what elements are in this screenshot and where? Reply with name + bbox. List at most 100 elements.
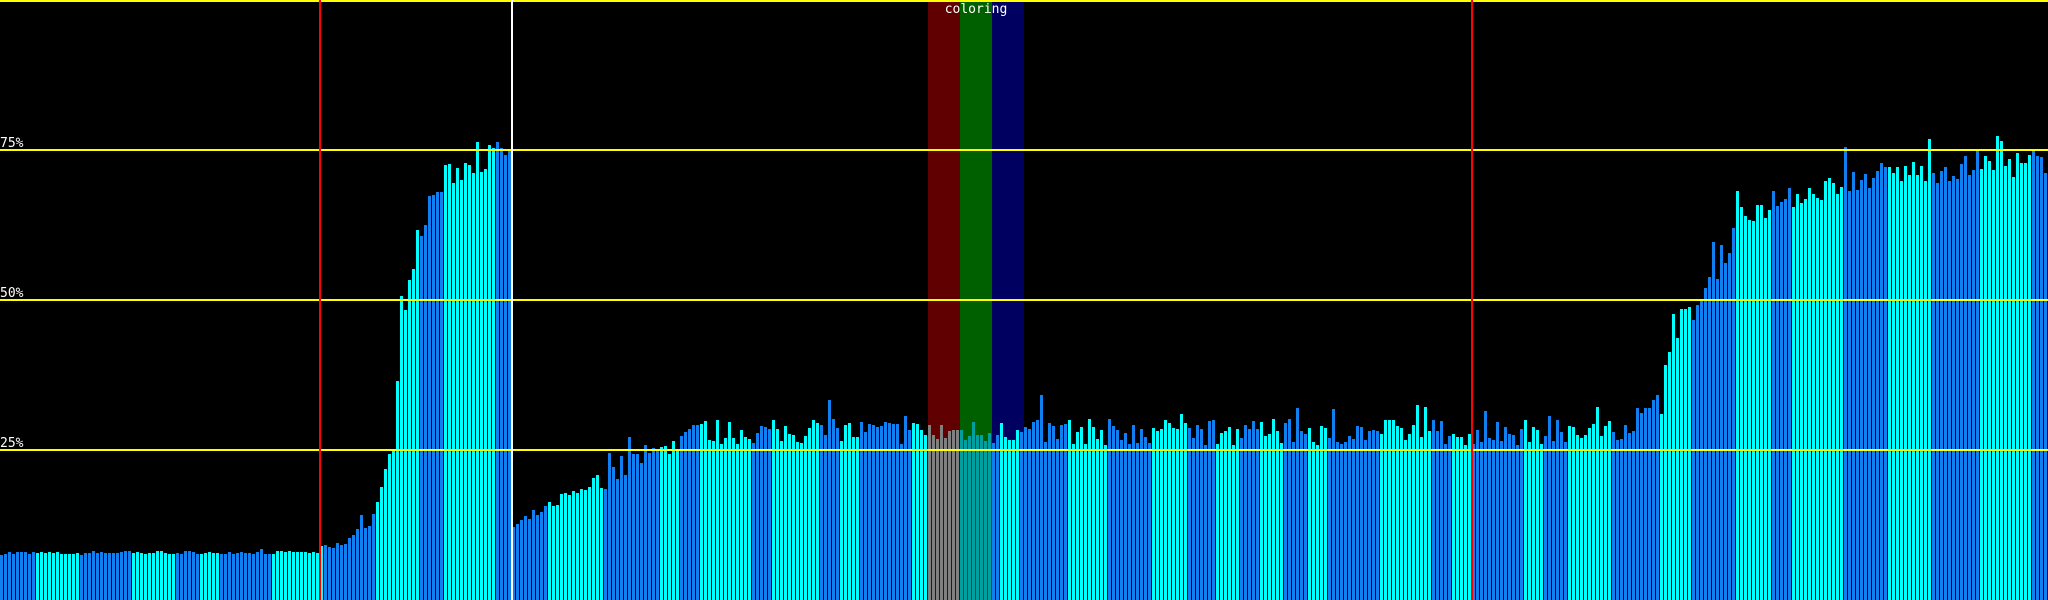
bar xyxy=(196,554,199,600)
bar xyxy=(1308,428,1311,600)
bar xyxy=(1276,430,1279,600)
bar xyxy=(948,430,951,600)
bar xyxy=(632,454,635,600)
bar xyxy=(1972,169,1975,600)
bar xyxy=(1420,437,1423,600)
bar xyxy=(56,551,59,600)
bar xyxy=(988,432,991,600)
bar xyxy=(1236,428,1239,600)
bar xyxy=(1656,394,1659,600)
bar xyxy=(1028,428,1031,600)
bar xyxy=(268,553,271,600)
bar xyxy=(1384,419,1387,600)
bar xyxy=(1832,182,1835,600)
bar xyxy=(1092,427,1095,600)
bar xyxy=(36,553,39,600)
bar xyxy=(1532,427,1535,600)
bar xyxy=(1272,419,1275,600)
bar xyxy=(1380,434,1383,600)
bar xyxy=(1436,430,1439,600)
y-tick-label: 75% xyxy=(0,136,24,151)
bar xyxy=(604,489,607,600)
bar xyxy=(48,552,51,600)
bar xyxy=(2032,151,2035,600)
bar xyxy=(952,430,955,600)
bar xyxy=(1084,444,1087,600)
bar xyxy=(832,418,835,600)
bar xyxy=(1516,445,1519,600)
bar xyxy=(844,425,847,600)
bar xyxy=(836,428,839,600)
bar xyxy=(1616,440,1619,600)
bar xyxy=(864,432,867,600)
bar xyxy=(1760,205,1763,600)
bar xyxy=(944,438,947,600)
bar xyxy=(96,553,99,600)
bar xyxy=(684,431,687,600)
bar xyxy=(460,179,463,600)
bar xyxy=(1840,187,1843,600)
bar xyxy=(1356,426,1359,600)
coloring-label: coloring xyxy=(944,2,1008,17)
bar xyxy=(480,172,483,600)
bar xyxy=(1388,420,1391,600)
bar xyxy=(1752,221,1755,600)
bar xyxy=(1316,444,1319,600)
bar xyxy=(252,553,255,600)
bar xyxy=(1460,436,1463,600)
bar xyxy=(88,553,91,600)
bar xyxy=(1264,436,1267,600)
bar xyxy=(2040,157,2043,600)
bar xyxy=(160,551,163,600)
bar xyxy=(24,551,27,600)
bar xyxy=(928,425,931,600)
bar xyxy=(1596,407,1599,600)
bar xyxy=(1116,430,1119,600)
bar xyxy=(1792,206,1795,600)
bar xyxy=(560,494,563,600)
bar xyxy=(1964,156,1967,600)
bar xyxy=(548,502,551,600)
bar xyxy=(368,525,371,600)
bar xyxy=(1224,431,1227,600)
bar xyxy=(1256,428,1259,600)
bar xyxy=(456,168,459,600)
bar xyxy=(1500,441,1503,600)
bar xyxy=(1076,431,1079,600)
bar xyxy=(536,514,539,600)
bar xyxy=(2028,154,2031,600)
bar xyxy=(1756,204,1759,600)
bar xyxy=(128,551,131,600)
bar xyxy=(1124,433,1127,600)
bar xyxy=(416,230,419,600)
bar xyxy=(72,553,75,600)
bar xyxy=(1824,181,1827,600)
bar xyxy=(76,552,79,600)
bar xyxy=(800,443,803,600)
bar xyxy=(80,554,83,600)
bar xyxy=(492,148,495,600)
bar xyxy=(1684,308,1687,600)
bar xyxy=(644,445,647,600)
bar xyxy=(188,551,191,600)
bar xyxy=(652,448,655,600)
bar xyxy=(1452,434,1455,600)
bar xyxy=(1300,430,1303,600)
bar xyxy=(472,173,475,600)
bar xyxy=(216,553,219,600)
bar xyxy=(1704,287,1707,600)
bar xyxy=(1192,438,1195,600)
bar xyxy=(756,432,759,600)
bar xyxy=(1668,351,1671,600)
bar xyxy=(100,552,103,600)
bar xyxy=(1368,430,1371,600)
bar xyxy=(1396,426,1399,600)
bar xyxy=(856,437,859,600)
bar xyxy=(1424,406,1427,600)
bar xyxy=(1548,416,1551,600)
bar xyxy=(1140,428,1143,600)
bar xyxy=(1476,430,1479,600)
bar xyxy=(244,553,247,600)
y-tick-label: 50% xyxy=(0,286,24,301)
bar xyxy=(1172,428,1175,600)
